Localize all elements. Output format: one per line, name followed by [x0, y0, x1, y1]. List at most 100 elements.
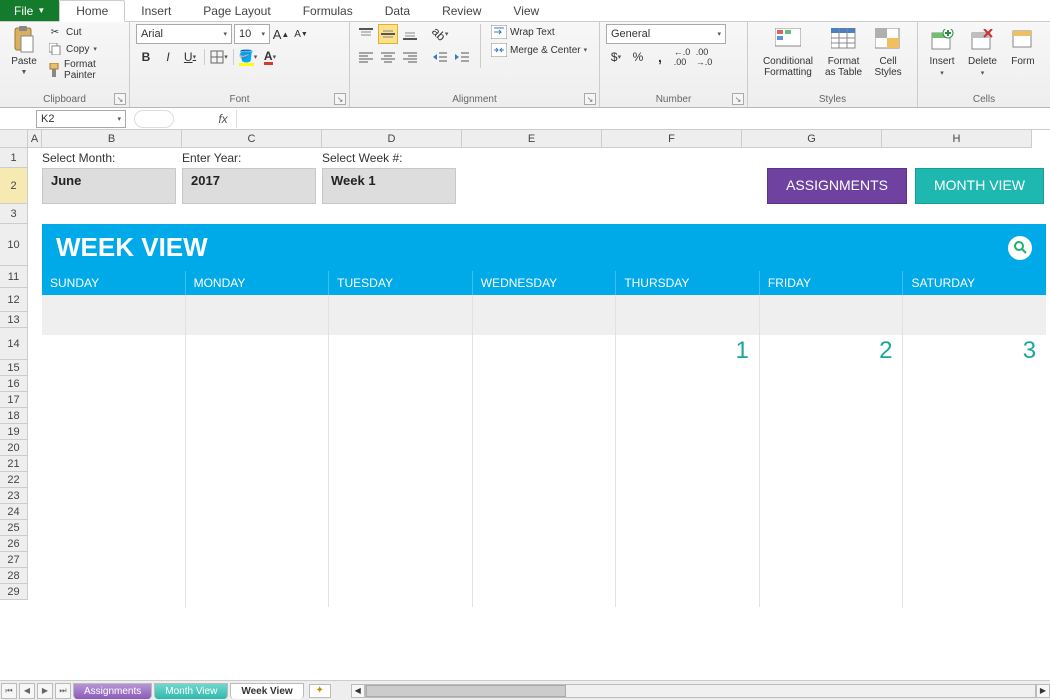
font-size-select[interactable]: 10 ▾: [234, 24, 270, 44]
week-cell[interactable]: [329, 295, 473, 335]
row-header[interactable]: 3: [0, 204, 28, 224]
week-cell[interactable]: [616, 295, 760, 335]
increase-indent-button[interactable]: [452, 47, 472, 67]
dialog-launcher-icon[interactable]: ↘: [584, 93, 596, 105]
scroll-right-button[interactable]: ▶: [1036, 684, 1050, 698]
week-body-cell[interactable]: [473, 367, 617, 607]
horizontal-scrollbar[interactable]: ◀ ▶: [351, 684, 1050, 698]
tab-insert[interactable]: Insert: [125, 0, 187, 21]
tab-review[interactable]: Review: [426, 0, 497, 21]
grid-body[interactable]: Select Month: Enter Year: Select Week #:…: [28, 148, 1050, 680]
search-button[interactable]: [1008, 236, 1032, 260]
week-cell[interactable]: [903, 295, 1046, 335]
sheet-nav-first[interactable]: ⏮: [1, 683, 17, 699]
formula-input[interactable]: [236, 110, 1050, 128]
month-view-button[interactable]: MONTH VIEW: [915, 168, 1044, 204]
row-header[interactable]: 29: [0, 584, 28, 600]
percent-button[interactable]: %: [628, 47, 648, 67]
date-cell[interactable]: [473, 335, 617, 367]
sheet-nav-next[interactable]: ▶: [37, 683, 53, 699]
align-bottom-button[interactable]: [400, 24, 420, 44]
column-header[interactable]: C: [182, 130, 322, 148]
conditional-formatting-button[interactable]: Conditional Formatting: [759, 24, 817, 80]
currency-button[interactable]: $▾: [606, 47, 626, 67]
scroll-thumb[interactable]: [366, 685, 567, 697]
column-header[interactable]: A: [28, 130, 42, 148]
date-cell[interactable]: 3: [903, 335, 1046, 367]
row-header[interactable]: 21: [0, 456, 28, 472]
cut-button[interactable]: ✂ Cut: [46, 24, 123, 40]
format-cells-button[interactable]: Form: [1005, 24, 1041, 69]
name-box[interactable]: K2 ▾: [36, 110, 126, 128]
week-body-cell[interactable]: [186, 367, 330, 607]
row-header[interactable]: 16: [0, 376, 28, 392]
copy-button[interactable]: Copy ▾: [46, 41, 123, 57]
week-cell[interactable]: [760, 295, 904, 335]
font-color-button[interactable]: A▾: [260, 47, 280, 67]
tab-page-layout[interactable]: Page Layout: [187, 0, 286, 21]
date-cell[interactable]: [42, 335, 186, 367]
increase-decimal-button[interactable]: ←.0.00: [672, 47, 692, 67]
row-header[interactable]: 20: [0, 440, 28, 456]
align-right-button[interactable]: [400, 47, 420, 67]
bold-button[interactable]: B: [136, 47, 156, 67]
date-cell[interactable]: [329, 335, 473, 367]
decrease-font-button[interactable]: A▼: [292, 25, 310, 43]
column-header[interactable]: E: [462, 130, 602, 148]
tab-view[interactable]: View: [497, 0, 555, 21]
date-cell[interactable]: [186, 335, 330, 367]
fx-icon[interactable]: fx: [214, 110, 232, 128]
week-select[interactable]: Week 1: [322, 168, 456, 204]
cell-styles-button[interactable]: Cell Styles: [870, 24, 906, 80]
dialog-launcher-icon[interactable]: ↘: [732, 93, 744, 105]
align-middle-button[interactable]: [378, 24, 398, 44]
column-header[interactable]: D: [322, 130, 462, 148]
column-header[interactable]: H: [882, 130, 1032, 148]
decrease-indent-button[interactable]: [430, 47, 450, 67]
number-format-select[interactable]: General ▾: [606, 24, 726, 44]
row-header[interactable]: 27: [0, 552, 28, 568]
row-header[interactable]: 15: [0, 360, 28, 376]
orientation-button[interactable]: ab▾: [430, 24, 450, 44]
align-left-button[interactable]: [356, 47, 376, 67]
week-body-cell[interactable]: [903, 367, 1046, 607]
week-cell[interactable]: [473, 295, 617, 335]
column-header[interactable]: F: [602, 130, 742, 148]
underline-button[interactable]: U▾: [180, 47, 200, 67]
row-header[interactable]: 19: [0, 424, 28, 440]
column-header[interactable]: B: [42, 130, 182, 148]
row-header[interactable]: 12: [0, 288, 28, 312]
week-cell[interactable]: [186, 295, 330, 335]
column-header[interactable]: G: [742, 130, 882, 148]
borders-button[interactable]: ▾: [209, 47, 229, 67]
fill-color-button[interactable]: 🪣▾: [238, 47, 258, 67]
format-as-table-button[interactable]: Format as Table: [821, 24, 866, 80]
scroll-track[interactable]: [365, 684, 1036, 698]
sheet-tab-month-view[interactable]: Month View: [154, 683, 228, 699]
insert-cells-button[interactable]: Insert ▾: [924, 24, 960, 79]
merge-center-button[interactable]: Merge & Center ▾: [489, 42, 589, 58]
year-input[interactable]: 2017: [182, 168, 316, 204]
week-cell[interactable]: [42, 295, 186, 335]
delete-cells-button[interactable]: Delete ▾: [964, 24, 1001, 79]
comma-button[interactable]: ,: [650, 47, 670, 67]
row-header[interactable]: 24: [0, 504, 28, 520]
row-header[interactable]: 17: [0, 392, 28, 408]
row-header[interactable]: 10: [0, 224, 28, 266]
increase-font-button[interactable]: A▲: [272, 25, 290, 43]
sheet-nav-last[interactable]: ⏭: [55, 683, 71, 699]
month-select[interactable]: June: [42, 168, 176, 204]
row-header[interactable]: 26: [0, 536, 28, 552]
row-header[interactable]: 28: [0, 568, 28, 584]
row-header[interactable]: 25: [0, 520, 28, 536]
paste-button[interactable]: Paste ▼: [6, 24, 42, 78]
align-top-button[interactable]: [356, 24, 376, 44]
tab-data[interactable]: Data: [369, 0, 426, 21]
align-center-button[interactable]: [378, 47, 398, 67]
scroll-left-button[interactable]: ◀: [351, 684, 365, 698]
new-sheet-button[interactable]: ✦: [309, 684, 331, 698]
week-body-cell[interactable]: [42, 367, 186, 607]
font-name-select[interactable]: Arial ▾: [136, 24, 232, 44]
tab-home[interactable]: Home: [59, 0, 125, 22]
wrap-text-button[interactable]: Wrap Text: [489, 24, 589, 40]
